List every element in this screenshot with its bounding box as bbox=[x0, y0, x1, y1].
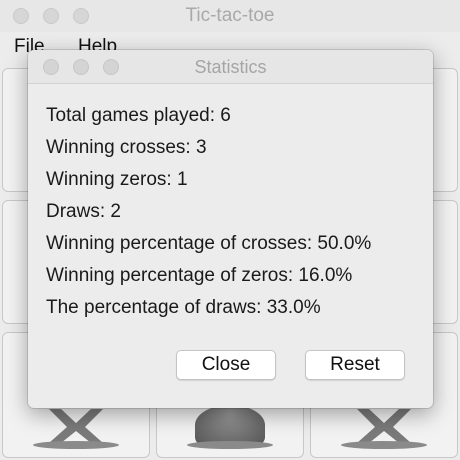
zero-piece-icon bbox=[195, 405, 265, 445]
cross-piece-icon bbox=[349, 405, 419, 445]
piece-base bbox=[187, 441, 273, 449]
total-games-text: Total games played: 6 bbox=[46, 105, 231, 126]
dialog-titlebar[interactable]: Statistics bbox=[28, 50, 433, 84]
piece-base bbox=[33, 441, 119, 449]
window-title: Tic-tac-toe bbox=[185, 5, 275, 26]
reset-button[interactable]: Reset bbox=[305, 350, 405, 380]
crosses-percentage-text: Winning percentage of crosses: 50.0% bbox=[46, 233, 372, 254]
dialog-title: Statistics bbox=[194, 57, 267, 77]
statistics-list: Total games played: 6 Winning crosses: 3… bbox=[46, 100, 426, 324]
zeros-percentage-text: Winning percentage of zeros: 16.0% bbox=[46, 265, 353, 286]
winning-zeros-text: Winning zeros: 1 bbox=[46, 169, 188, 190]
statistics-dialog: Statistics Total games played: 6 Winning… bbox=[28, 50, 433, 408]
close-button[interactable]: Close bbox=[176, 350, 276, 380]
draws-text: Draws: 2 bbox=[46, 201, 121, 222]
cross-piece-icon bbox=[41, 405, 111, 445]
draws-percentage-text: The percentage of draws: 33.0% bbox=[46, 297, 321, 318]
winning-crosses-text: Winning crosses: 3 bbox=[46, 137, 207, 158]
window-titlebar[interactable]: Tic-tac-toe bbox=[0, 0, 460, 32]
piece-base bbox=[341, 441, 427, 449]
